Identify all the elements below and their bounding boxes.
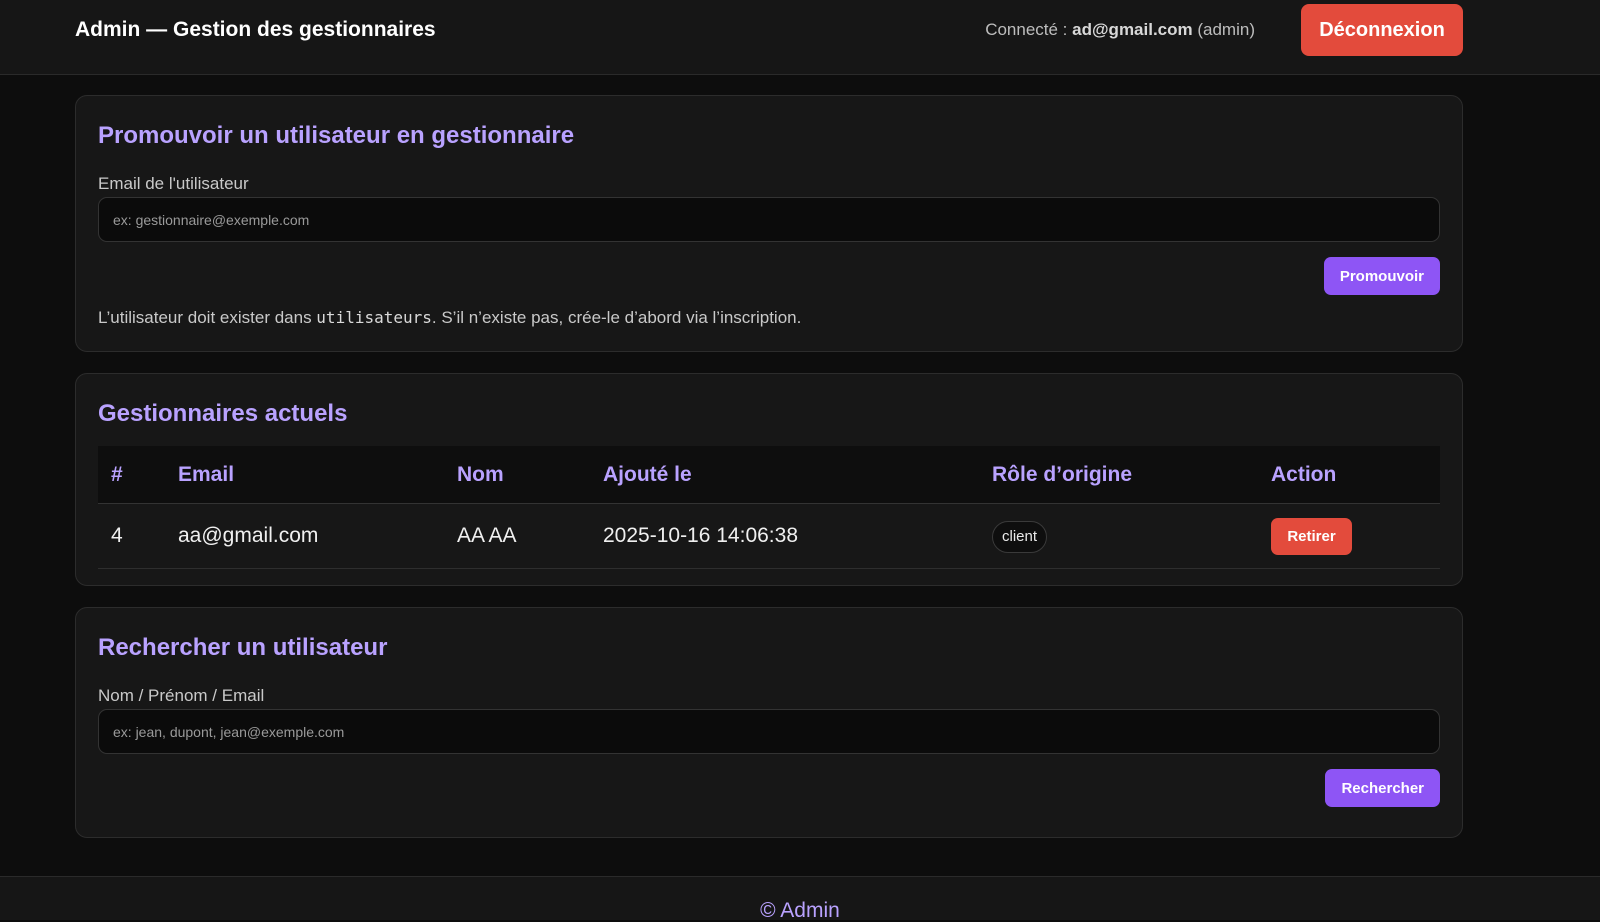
cell-name: AA AA [457,524,517,547]
managers-table: # Email Nom Ajouté le Rôle d’origine Act… [98,446,1440,569]
origin-role-badge: client [992,521,1048,553]
search-query-label: Nom / Prénom / Email [98,686,265,705]
promote-email-input[interactable] [98,197,1440,242]
footer: © Admin [0,876,1600,922]
cell-added-on: 2025-10-16 14:06:38 [603,524,798,547]
promote-hint: L’utilisateur doit exister dans utilisat… [98,308,801,328]
search-card: Rechercher un utilisateur Nom / Prénom /… [75,607,1463,838]
top-bar: Admin — Gestion des gestionnaires Connec… [0,0,1600,75]
search-input[interactable] [98,709,1440,754]
promote-email-label: Email de l'utilisateur [98,174,249,193]
app-title: Admin — Gestion des gestionnaires [75,18,436,41]
promote-button[interactable]: Promouvoir [1323,257,1440,295]
search-title: Rechercher un utilisateur [98,634,388,661]
session-user-email: ad@gmail.com [1072,20,1193,39]
promote-card: Promouvoir un utilisateur en gestionnair… [75,95,1463,352]
column-header-name: Nom [457,463,504,486]
cell-id: 4 [111,524,123,547]
column-header-id: # [111,463,123,486]
session-info: Connecté : ad@gmail.com (admin) [985,20,1255,40]
session-user-role: (admin) [1192,20,1255,39]
managers-card: Gestionnaires actuels # Email Nom Ajouté… [75,373,1463,586]
promote-title: Promouvoir un utilisateur en gestionnair… [98,122,575,149]
search-button[interactable]: Rechercher [1325,769,1440,807]
cell-email: aa@gmail.com [178,524,319,547]
managers-title: Gestionnaires actuels [98,400,348,427]
column-header-email: Email [178,463,235,486]
table-row: 4 aa@gmail.com AA AA 2025-10-16 14:06:38… [98,504,1440,569]
hint-text-after: . S’il n’existe pas, crée-le d’abord via… [431,308,802,327]
column-header-action: Action [1271,463,1337,486]
column-header-origin-role: Rôle d’origine [992,463,1133,486]
remove-manager-button[interactable]: Retirer [1271,518,1352,555]
hint-text-before: L’utilisateur doit exister dans [98,308,317,327]
session-prefix: Connecté : [985,20,1073,39]
hint-code-table: utilisateurs [316,308,432,327]
logout-button[interactable]: Déconnexion [1301,4,1463,56]
column-header-added-on: Ajouté le [603,463,692,486]
footer-copyright: © Admin [760,899,840,922]
table-header: # Email Nom Ajouté le Rôle d’origine Act… [98,446,1440,504]
